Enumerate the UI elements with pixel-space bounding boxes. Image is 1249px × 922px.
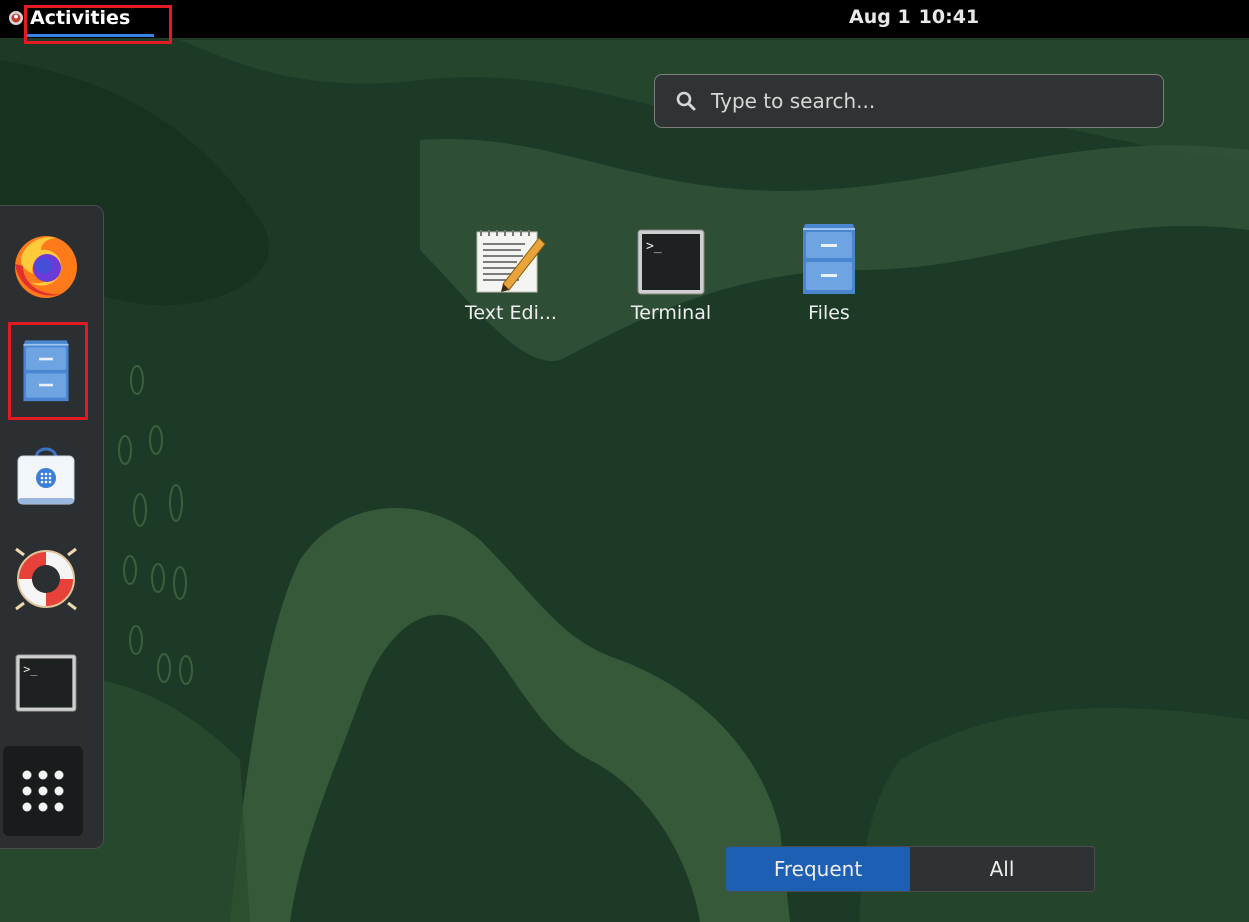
files-icon [803,224,855,294]
dash-item-terminal[interactable]: >_ [1,638,91,728]
app-files[interactable]: Files [759,218,899,324]
app-label: Files [808,302,850,324]
search-entry[interactable]: Type to search... [654,74,1164,128]
terminal-icon: >_ [637,229,705,295]
dash-item-firefox[interactable] [1,220,91,310]
svg-text:>_: >_ [646,239,662,254]
clock-time: 10:41 [918,6,980,28]
software-icon [17,447,75,505]
show-apps-button[interactable] [3,746,83,836]
grid-icon [22,770,64,812]
distro-logo-icon [9,11,23,25]
svg-text:>_: >_ [23,662,38,676]
desktop-wallpaper [0,0,1249,922]
dash-item-files[interactable] [1,324,91,414]
clock-date: Aug 1 [849,6,911,28]
app-text-editor[interactable]: Text Edi... [441,226,581,324]
activities-indicator [26,34,154,37]
clock[interactable]: Aug 1 10:41 [849,6,979,28]
dash-item-help[interactable] [1,534,91,624]
search-placeholder: Type to search... [711,89,876,113]
firefox-icon [15,236,77,298]
dash: >_ [0,205,104,849]
activities-button[interactable]: Activities [6,0,156,37]
text-editor-icon [476,230,546,293]
app-terminal[interactable]: >_ Terminal [601,226,741,324]
activities-label: Activities [30,7,131,29]
dash-item-software[interactable] [1,430,91,520]
app-label: Terminal [630,302,712,324]
files-icon [23,340,69,402]
terminal-icon: >_ [15,654,77,712]
search-icon [676,91,696,111]
help-icon [15,547,77,611]
top-bar: Activities Aug 1 10:41 [0,0,1249,38]
tab-frequent[interactable]: Frequent [726,847,910,891]
tab-all[interactable]: All [910,847,1094,891]
app-label: Text Edi... [465,302,557,324]
view-switcher: Frequent All [725,846,1095,892]
